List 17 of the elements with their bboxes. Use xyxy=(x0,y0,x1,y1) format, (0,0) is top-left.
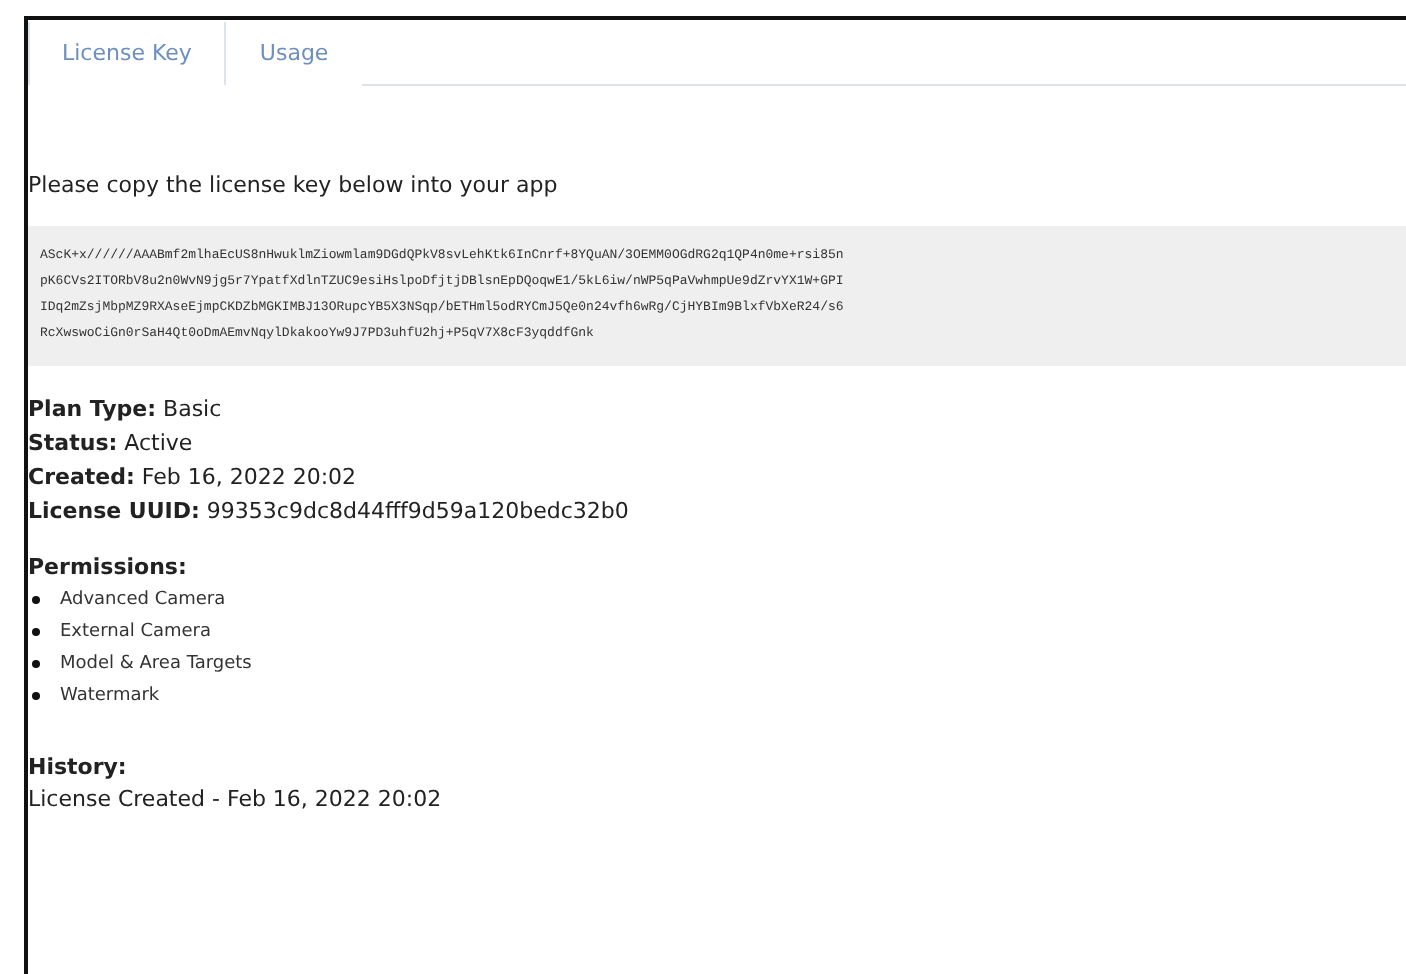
permission-item: Advanced Camera xyxy=(60,590,226,610)
detail-line: Status: Active xyxy=(28,428,195,460)
tab[interactable]: License Key xyxy=(28,22,226,86)
bullet-icon xyxy=(32,692,40,700)
detail-line: Created: Feb 16, 2022 20:02 xyxy=(28,462,359,494)
permission-item: External Camera xyxy=(60,622,212,642)
permissions-heading: Permissions: xyxy=(28,552,189,584)
history-entry: License Created - Feb 16, 2022 20:02 xyxy=(28,784,444,816)
permission-item: Model & Area Targets xyxy=(60,654,252,674)
detail-line: License UUID: 99353c9dc8d44fff9d59a120bedc32b0 xyxy=(28,496,631,528)
permission-item: Watermark xyxy=(60,686,160,706)
bullet-icon xyxy=(32,660,40,668)
instruction-text: Please copy the license key below into your app xyxy=(28,170,560,202)
detail-line: Plan Type: Basic xyxy=(28,394,224,426)
history-heading: History: xyxy=(28,752,129,784)
bullet-icon xyxy=(32,596,40,604)
bullet-icon xyxy=(32,628,40,636)
